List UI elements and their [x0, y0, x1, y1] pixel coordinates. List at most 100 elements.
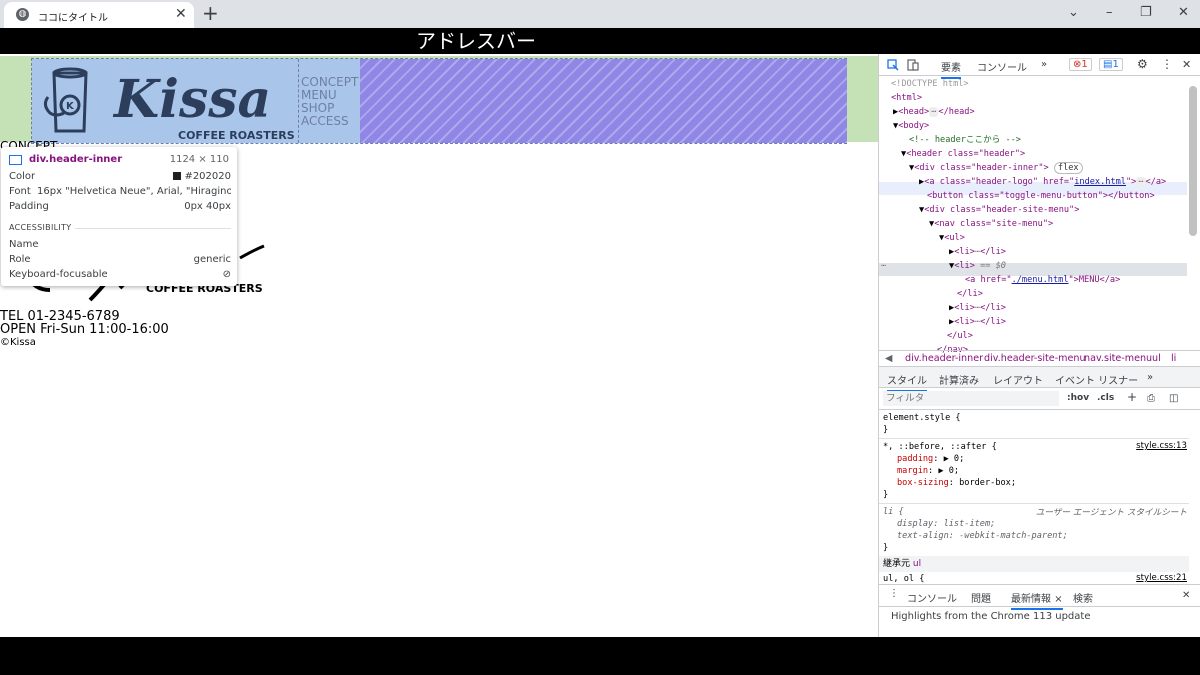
page-viewport: K Kissa COFFEE ROASTERS CONCEPT MENU SHO… [0, 54, 878, 637]
footer-copyright: ©Kissa [0, 337, 36, 348]
tooltip-focusable-row: Keyboard-focusable ⊘ [9, 269, 231, 280]
dom-logo-link-row[interactable]: ▶<a class="header-logo" href="index.html… [919, 176, 1166, 189]
close-devtools-icon[interactable]: ✕ [1182, 58, 1191, 71]
close-drawer-icon[interactable]: ✕ [1182, 590, 1190, 601]
toggle-sidebar-icon[interactable]: ◫ [1169, 393, 1178, 404]
header-site-menu: CONCEPT MENU SHOP ACCESS [298, 59, 360, 143]
dom-doctype[interactable]: <!DOCTYPE html> [891, 78, 969, 91]
box-sizing-declaration[interactable]: box-sizing: border-box; [897, 477, 1016, 489]
close-drawer-tab-icon[interactable]: × [1054, 594, 1062, 605]
dom-scrollbar-thumb[interactable] [1189, 86, 1197, 236]
dom-li-close[interactable]: </li> [957, 288, 983, 301]
drawer-tab-search[interactable]: 検索 [1073, 590, 1093, 605]
styles-rules: element.style { } *, ::before, ::after {… [879, 410, 1189, 584]
tab-computed[interactable]: 計算済み [939, 372, 979, 387]
li-ua-rule-selector[interactable]: li { [883, 506, 904, 518]
tooltip-element-name: div.header-inner [29, 154, 123, 165]
close-window-icon[interactable]: ✕ [1178, 4, 1189, 22]
style-source-link[interactable]: style.css:13 [1136, 441, 1187, 451]
print-media-icon[interactable]: ⎙ [1147, 393, 1155, 404]
drawer-tab-console[interactable]: コンソール [907, 590, 957, 605]
breadcrumb-scroll-left-icon[interactable]: ◀ [885, 353, 892, 364]
tooltip-color-row: Color #202020 [9, 171, 231, 182]
kebab-menu-icon[interactable]: ⋮ [1161, 57, 1173, 71]
device-toolbar-icon[interactable] [907, 59, 919, 71]
header-logo[interactable]: K Kissa COFFEE ROASTERS [32, 59, 298, 143]
new-tab-button[interactable]: + [202, 1, 219, 25]
kissa-logo-icon: K Kissa COFFEE ROASTERS [43, 67, 295, 142]
dom-header-inner-row[interactable]: ▼<div class="header-inner"> flex [909, 162, 1083, 175]
dom-ul-close[interactable]: </ul> [947, 330, 973, 343]
error-badge[interactable]: ⊗1 [1069, 58, 1092, 71]
bottom-letterbox [0, 637, 1200, 675]
footer-open: OPEN Fri-Sun 11:00-16:00 [0, 322, 169, 337]
hov-button[interactable]: :hov [1067, 393, 1089, 403]
dom-site-menu-div-row[interactable]: ▼<div class="header-site-menu"> [919, 204, 1079, 217]
tab-console[interactable]: コンソール [977, 59, 1027, 74]
styles-filter-input[interactable] [883, 391, 1059, 406]
new-rule-button[interactable]: + [1127, 390, 1137, 404]
svg-text:K: K [66, 101, 75, 112]
minimize-icon[interactable]: – [1106, 4, 1113, 22]
drawer-tab-whats-new[interactable]: 最新情報 × [1011, 590, 1063, 610]
devtools-panel: 要素 コンソール » ⊗1 ▤1 ⚙ ⋮ ✕ <!DOCTYPE html> <… [878, 54, 1200, 637]
dom-li-row[interactable]: ▶<li>⋯</li> [949, 246, 1006, 259]
flex-badge[interactable]: flex [1053, 162, 1083, 174]
styles-filter-bar: :hov .cls + ⎙ ◫ [879, 388, 1200, 410]
settings-gear-icon[interactable]: ⚙ [1137, 57, 1148, 71]
whats-new-message[interactable]: Highlights from the Chrome 113 update [891, 611, 1090, 622]
inspect-element-icon[interactable] [887, 59, 899, 71]
header-inner-highlight: K Kissa COFFEE ROASTERS CONCEPT MENU SHO… [31, 58, 847, 144]
breadcrumb: ◀ div.header-inner div.header-site-menu … [879, 350, 1200, 366]
tab-close-icon[interactable]: ✕ [175, 5, 187, 23]
tab-search-chevron-icon[interactable]: ⌄ [1068, 4, 1079, 22]
dom-header-row[interactable]: ▼<header class="header"> [901, 148, 1025, 161]
breadcrumb-item[interactable]: nav.site-menu [1084, 353, 1152, 364]
nav-link-access[interactable]: ACCESS [299, 115, 358, 128]
breadcrumb-item[interactable]: ul [1152, 353, 1161, 364]
element-style-rule[interactable]: element.style { [883, 412, 961, 424]
restore-icon[interactable]: ❐ [1140, 4, 1152, 22]
messages-badge[interactable]: ▤1 [1099, 58, 1123, 71]
tab-event-listeners[interactable]: イベント リスナー [1055, 372, 1138, 387]
dom-head-row[interactable]: ▶<head> ⋯ </head> [893, 106, 975, 119]
browser-tab[interactable]: ◍ ココにタイトル ✕ [4, 2, 194, 28]
site-header: K Kissa COFFEE ROASTERS CONCEPT MENU SHO… [0, 56, 878, 144]
dom-html[interactable]: <html> [891, 92, 922, 105]
dom-body-row[interactable]: ▼<body> [893, 120, 929, 133]
dom-ul-row[interactable]: ▼<ul> [939, 232, 965, 245]
tab-elements[interactable]: 要素 [941, 59, 961, 79]
display-declaration[interactable]: display: list-item; [897, 518, 995, 530]
breadcrumb-item[interactable]: div.header-site-menu [984, 353, 1086, 364]
margin-declaration[interactable]: margin: ▶ 0; [897, 465, 959, 477]
padding-declaration[interactable]: padding: ▶ 0; [897, 453, 964, 465]
inspect-tooltip: div.header-inner 1124 × 110 Color #20202… [1, 147, 237, 286]
dom-menu-link-row[interactable]: <a href="./menu.html">MENU</a> [965, 274, 1120, 287]
dom-tree: <!DOCTYPE html> <html> ▶<head> ⋯ </head> ▼… [879, 78, 1189, 355]
text-align-declaration[interactable]: text-align: -webkit-match-parent; [897, 530, 1068, 542]
more-style-tabs-button[interactable]: » [1147, 372, 1153, 383]
dom-li-selected-row[interactable]: ▼<li> == $0 [949, 260, 1006, 273]
dom-li-row[interactable]: ▶<li>⋯</li> [949, 316, 1006, 329]
dom-li-row[interactable]: ▶<li>⋯</li> [949, 302, 1006, 315]
tab-layout[interactable]: レイアウト [993, 372, 1043, 387]
more-tabs-button[interactable]: » [1041, 59, 1047, 70]
grid-icon [9, 155, 22, 165]
breadcrumb-item[interactable]: li [1171, 353, 1176, 364]
tooltip-accessibility-heading: ACCESSIBILITY [9, 223, 76, 232]
address-bar[interactable]: アドレスバー [0, 28, 1200, 54]
address-bar-label: アドレスバー [416, 29, 536, 53]
color-swatch-icon [173, 172, 182, 180]
dom-comment[interactable]: <!-- headerここから --> [909, 134, 1021, 147]
style-source-link[interactable]: style.css:21 [1136, 573, 1187, 583]
drawer-tab-issues[interactable]: 問題 [971, 590, 991, 605]
row-options-icon[interactable]: ⋯ [881, 260, 886, 273]
styles-tab-bar: スタイル 計算済み レイアウト イベント リスナー » [879, 366, 1200, 392]
cls-button[interactable]: .cls [1097, 393, 1114, 403]
dom-toggle-button-row[interactable]: <button class="toggle-menu-button"></but… [927, 190, 1155, 203]
dom-nav-row[interactable]: ▼<nav class="site-menu"> [929, 218, 1053, 231]
breadcrumb-item[interactable]: div.header-inner [905, 353, 983, 364]
drawer-menu-icon[interactable]: ⋮ [889, 588, 899, 599]
logo-wordmark: Kissa [112, 69, 271, 130]
universal-rule-selector[interactable]: *, ::before, ::after { [883, 441, 997, 453]
